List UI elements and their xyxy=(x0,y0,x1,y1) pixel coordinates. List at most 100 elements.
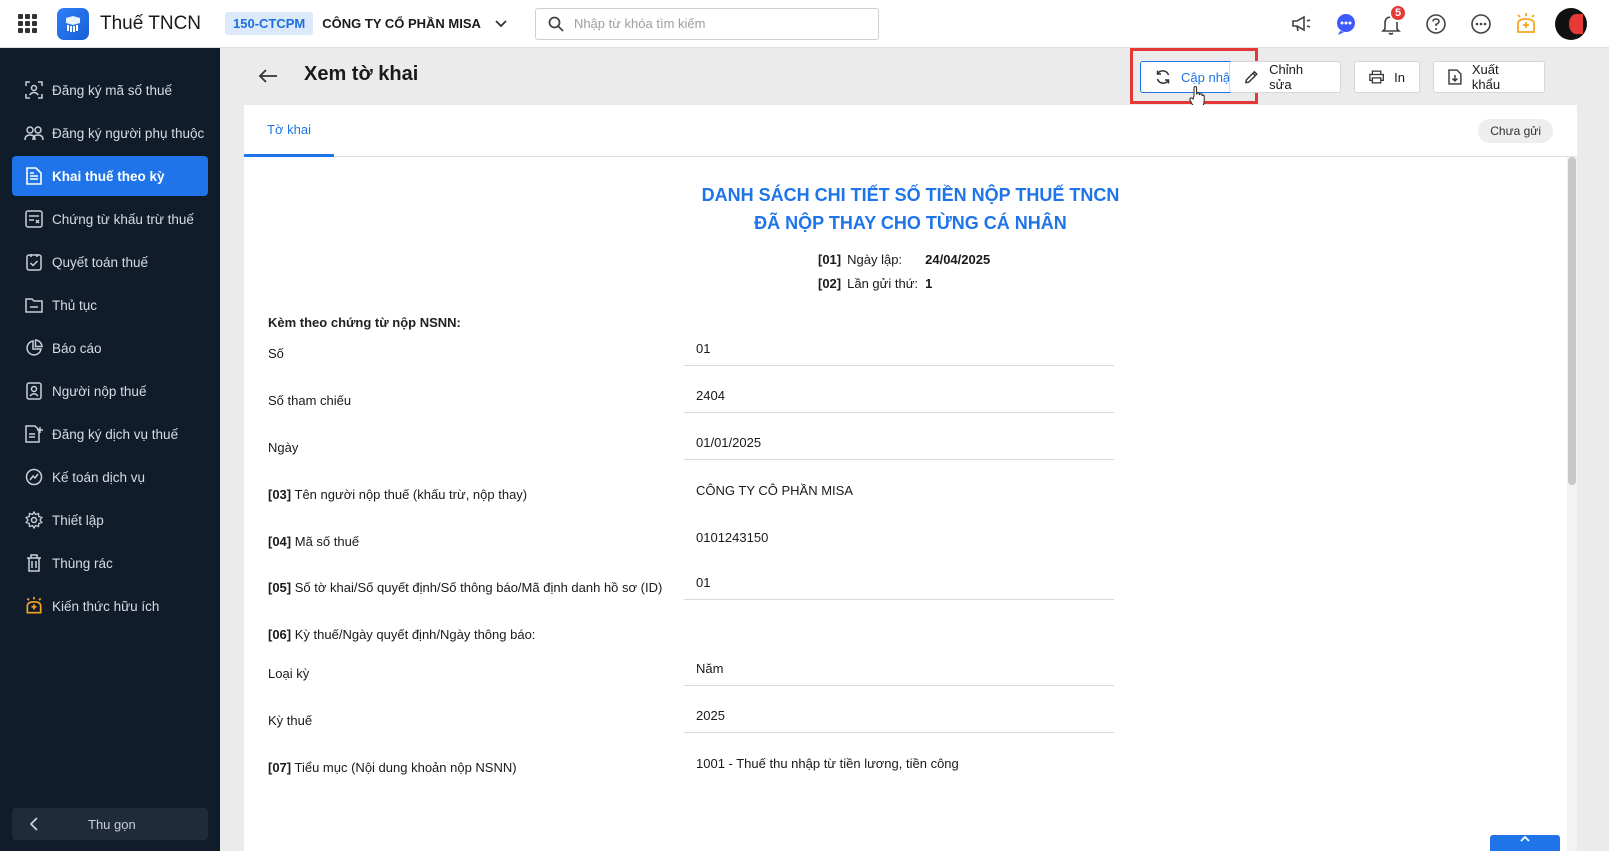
sidebar-item-periodic-declaration[interactable]: Khai thuế theo kỳ xyxy=(12,156,208,196)
sidebar-item-dependent-registration[interactable]: Đăng ký người phụ thuộc xyxy=(12,113,208,153)
section-attached-voucher: Kèm theo chứng từ nộp NSNN: xyxy=(268,315,461,330)
field-value-period-type: Năm xyxy=(684,652,1114,686)
sidebar-item-trash[interactable]: Thùng rác xyxy=(12,543,208,583)
sidebar-item-label: Khai thuế theo kỳ xyxy=(52,168,165,184)
export-button[interactable]: Xuất khẩu xyxy=(1433,61,1545,93)
document-icon xyxy=(24,166,44,186)
meta-submission-number: [02] Lần gửi thứ: 1 xyxy=(818,276,932,291)
sidebar-item-label: Đăng ký người phụ thuộc xyxy=(52,125,205,141)
sidebar-item-reports[interactable]: Báo cáo xyxy=(12,328,208,368)
field-label-declaration-id: [05] Số tờ khai/Số quyết định/Số thông b… xyxy=(268,580,663,595)
scrollbar-thumb[interactable] xyxy=(1568,157,1576,485)
document-title-line2: ĐÃ NỘP THAY CHO TỪNG CÁ NHÂN xyxy=(754,213,1067,233)
sidebar-item-procedures[interactable]: Thủ tục xyxy=(12,285,208,325)
top-bar: Thuế TNCN 150-CTCPM CÔNG TY CỔ PHẦN MISA… xyxy=(0,0,1609,48)
users-icon xyxy=(24,123,44,143)
megaphone-icon[interactable] xyxy=(1285,8,1317,40)
scroll-to-top-button[interactable] xyxy=(1490,835,1560,851)
field-label-period-type: Loại kỳ xyxy=(268,666,310,681)
back-arrow-icon[interactable] xyxy=(256,64,280,88)
sidebar-item-label: Kiến thức hữu ích xyxy=(52,598,160,614)
sidebar-item-tax-finalization[interactable]: Quyết toán thuế xyxy=(12,242,208,282)
sidebar-item-label: Thiết lập xyxy=(52,512,104,528)
chevron-left-icon xyxy=(30,817,38,831)
field-value-taxpayer-name: CÔNG TY CÔ PHẦN MISA xyxy=(696,482,853,498)
meta-created-date: [01] Ngày lập: 24/04/2025 xyxy=(818,252,990,267)
pie-chart-icon xyxy=(24,338,44,358)
help-icon[interactable] xyxy=(1420,8,1452,40)
sidebar-item-label: Thùng rác xyxy=(52,555,113,571)
field-label-date: Ngày xyxy=(268,440,299,455)
sidebar-item-label: Quyết toán thuế xyxy=(52,254,149,270)
sidebar-item-label: Báo cáo xyxy=(52,340,102,356)
app-grid-icon[interactable] xyxy=(18,13,38,34)
sidebar-item-taxpayers[interactable]: Người nộp thuế xyxy=(12,371,208,411)
edit-button[interactable]: Chỉnh sửa xyxy=(1229,61,1341,93)
print-button[interactable]: In xyxy=(1354,61,1420,93)
trash-icon xyxy=(24,553,44,573)
print-button-label: In xyxy=(1394,69,1405,85)
tab-declaration[interactable]: Tờ khai xyxy=(244,105,334,157)
sidebar-item-withholding-vouchers[interactable]: Chứng từ khấu trừ thuế xyxy=(12,199,208,239)
finalization-icon xyxy=(24,252,44,272)
printer-icon xyxy=(1369,70,1384,84)
gear-icon xyxy=(24,510,44,530)
sidebar-item-label: Thủ tục xyxy=(52,297,98,313)
field-label-tax-code: [04] Mã số thuế xyxy=(268,534,360,549)
app-logo-icon[interactable] xyxy=(57,7,89,40)
sidebar-item-label: Chứng từ khấu trừ thuế xyxy=(52,211,194,227)
lightbulb-icon[interactable] xyxy=(1510,8,1542,40)
collapse-label: Thu gọn xyxy=(88,816,136,832)
id-scan-icon xyxy=(24,80,44,100)
meta-label: Ngày lập: xyxy=(847,252,903,267)
sidebar-item-tax-service-registration[interactable]: Đăng ký dịch vụ thuế xyxy=(12,414,208,454)
notification-bell-icon[interactable]: 5 xyxy=(1375,4,1407,40)
tab-bar: Tờ khai Chưa gửi xyxy=(244,105,1577,157)
sidebar-item-useful-knowledge[interactable]: Kiến thức hữu ích xyxy=(12,586,208,626)
status-badge: Chưa gửi xyxy=(1478,119,1553,143)
sidebar: Đăng ký mã số thuế Đăng ký người phụ thu… xyxy=(0,48,220,851)
search-input[interactable] xyxy=(573,16,864,31)
sidebar-item-tax-code-registration[interactable]: Đăng ký mã số thuế xyxy=(12,70,208,110)
gauge-icon xyxy=(24,467,44,487)
document-title-line1: DANH SÁCH CHI TIẾT SỐ TIỀN NỘP THUẾ TNCN xyxy=(701,185,1120,205)
pencil-icon xyxy=(1245,70,1258,84)
document-add-icon xyxy=(24,424,44,444)
notification-badge: 5 xyxy=(1389,4,1407,22)
sidebar-item-label: Kế toán dịch vụ xyxy=(52,469,146,485)
declaration-card: Tờ khai Chưa gửi DANH SÁCH CHI TIẾT SỐ T… xyxy=(244,105,1577,851)
field-label-tax-period: [06] Kỳ thuế/Ngày quyết định/Ngày thông … xyxy=(268,627,536,642)
company-name[interactable]: CÔNG TY CỔ PHẦN MISA xyxy=(322,16,481,31)
chevron-down-icon[interactable] xyxy=(495,17,509,31)
voucher-icon xyxy=(24,209,44,229)
lightbulb-icon xyxy=(24,596,44,616)
export-button-label: Xuất khẩu xyxy=(1471,62,1501,92)
user-avatar[interactable] xyxy=(1555,8,1587,40)
sidebar-item-label: Người nộp thuế xyxy=(52,383,147,399)
field-value-reference: 2404 xyxy=(684,379,1114,413)
meta-code: [02] xyxy=(818,276,842,291)
sidebar-item-accounting-service[interactable]: Kế toán dịch vụ xyxy=(12,457,208,497)
meta-value: 24/04/2025 xyxy=(925,252,991,267)
chat-icon[interactable] xyxy=(1330,8,1362,40)
field-label-reference: Số tham chiếu xyxy=(268,393,352,408)
collapse-sidebar-button[interactable]: Thu gọn xyxy=(12,808,208,840)
user-card-icon xyxy=(24,381,44,401)
meta-value: 1 xyxy=(925,276,933,291)
more-icon[interactable] xyxy=(1465,8,1497,40)
sidebar-item-label: Đăng ký mã số thuế xyxy=(52,82,173,98)
folder-icon xyxy=(24,295,44,315)
sidebar-item-label: Đăng ký dịch vụ thuế xyxy=(52,426,179,442)
sidebar-item-settings[interactable]: Thiết lập xyxy=(12,500,208,540)
chevron-up-icon xyxy=(1520,835,1530,842)
field-value-tax-code: 0101243150 xyxy=(696,529,769,545)
field-label-sub-item: [07] Tiểu mục (Nội dung khoản nộp NSNN) xyxy=(268,760,517,775)
search-icon xyxy=(548,16,564,32)
field-value-declaration-id: 01 xyxy=(684,566,1114,600)
app-title: Thuế TNCN xyxy=(100,12,202,34)
field-value-date: 01/01/2025 xyxy=(684,426,1114,460)
company-code-badge[interactable]: 150-CTCPM xyxy=(225,12,314,35)
main-content: Xem tờ khai Cập nhật Chỉnh sửa In Xuất k… xyxy=(220,48,1609,851)
search-box[interactable] xyxy=(534,7,879,40)
meta-code: [01] xyxy=(818,252,842,267)
